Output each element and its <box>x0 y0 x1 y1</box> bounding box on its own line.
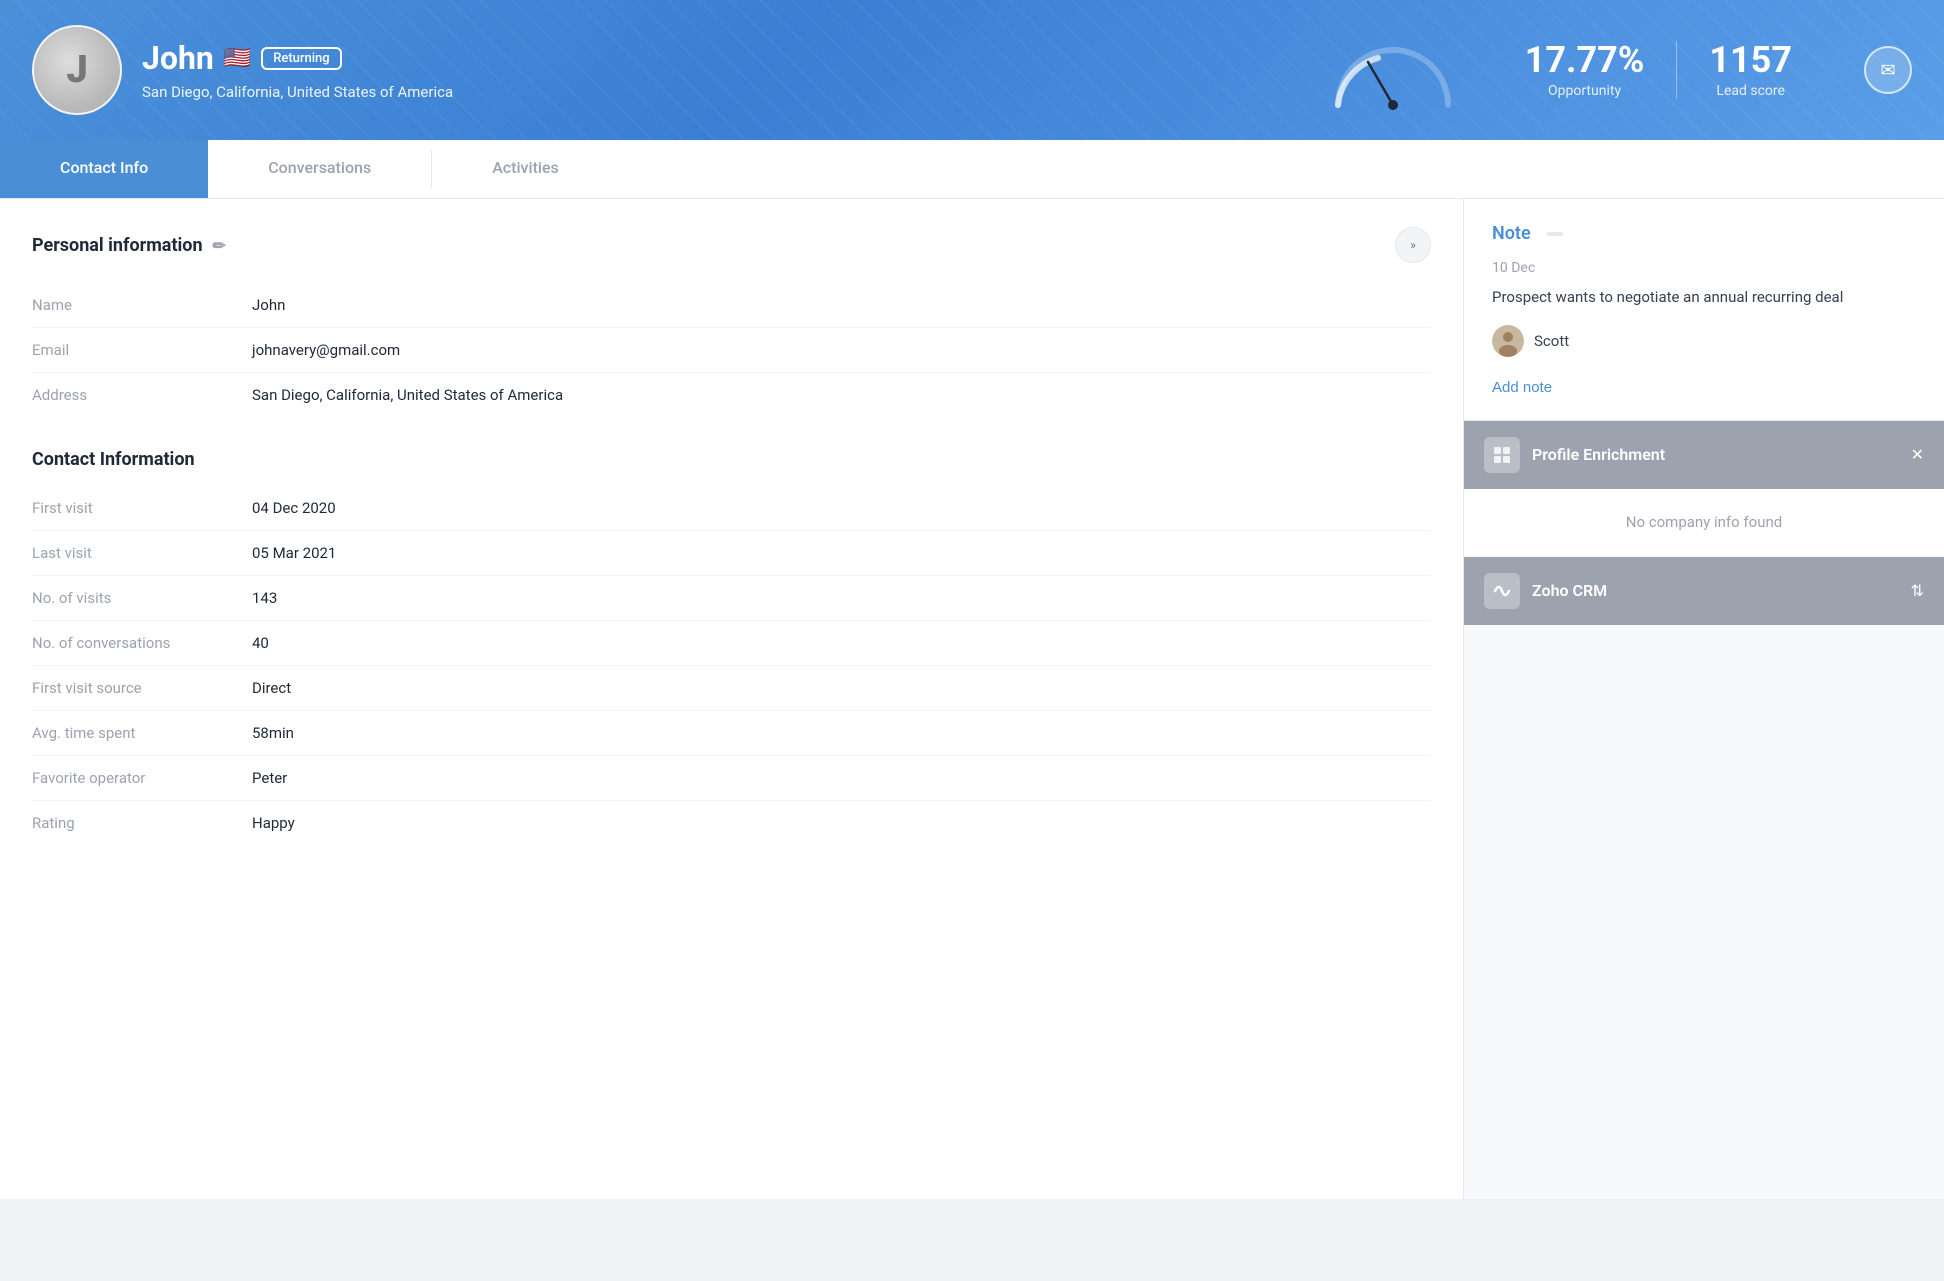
header-name: John <box>142 39 214 77</box>
field-label: No. of conversations <box>32 621 252 666</box>
left-panel: Personal information ✏ » Name John Email… <box>0 199 1464 1199</box>
opportunity-value: 17.77% <box>1525 41 1645 81</box>
zoho-expand-icon[interactable]: ⇅ <box>1911 581 1924 600</box>
header: J John 🇺🇸 Returning San Diego, Californi… <box>0 0 1944 140</box>
note-title: Note <box>1492 223 1531 244</box>
note-tag <box>1547 232 1563 236</box>
zoho-crm-section: Zoho CRM ⇅ <box>1464 557 1944 625</box>
zoho-title-row: Zoho CRM <box>1484 573 1607 609</box>
field-value: San Diego, California, United States of … <box>252 373 1431 418</box>
email-icon: ✉ <box>1880 60 1895 81</box>
expand-button[interactable]: » <box>1395 227 1431 263</box>
note-section: Note 10 Dec Prospect wants to negotiate … <box>1464 199 1944 421</box>
field-label: First visit <box>32 486 252 531</box>
enrichment-title: Profile Enrichment <box>1532 445 1665 464</box>
field-value: Happy <box>252 801 1431 846</box>
tab-activities[interactable]: Activities <box>432 140 619 198</box>
table-row: Last visit 05 Mar 2021 <box>32 531 1431 576</box>
lead-score-label: Lead score <box>1709 83 1792 99</box>
edit-icon[interactable]: ✏ <box>213 236 226 255</box>
table-row: Rating Happy <box>32 801 1431 846</box>
table-row: Address San Diego, California, United St… <box>32 373 1431 418</box>
enrichment-toggle-icon[interactable]: ✕ <box>1911 445 1924 464</box>
table-row: Name John <box>32 283 1431 328</box>
field-value: Peter <box>252 756 1431 801</box>
personal-info-table: Name John Email johnavery@gmail.com Addr… <box>32 283 1431 417</box>
field-label: First visit source <box>32 666 252 711</box>
opportunity-stat: 17.77% Opportunity <box>1493 41 1677 99</box>
enrichment-body: No company info found <box>1464 489 1944 555</box>
field-label: Address <box>32 373 252 418</box>
field-value: 143 <box>252 576 1431 621</box>
add-note-button[interactable]: Add note <box>1492 379 1552 396</box>
author-avatar-svg <box>1492 325 1524 357</box>
personal-info-title: Personal information ✏ <box>32 235 226 256</box>
returning-badge: Returning <box>261 47 341 70</box>
email-button[interactable]: ✉ <box>1864 46 1912 94</box>
table-row: No. of conversations 40 <box>32 621 1431 666</box>
lead-score-value: 1157 <box>1709 41 1792 81</box>
contact-info-section: Contact Information First visit 04 Dec 2… <box>32 449 1431 845</box>
table-row: First visit 04 Dec 2020 <box>32 486 1431 531</box>
author-name: Scott <box>1534 332 1569 350</box>
gauge-container <box>1313 30 1473 110</box>
avatar-letter: J <box>34 27 120 113</box>
author-avatar <box>1492 325 1524 357</box>
field-label: Name <box>32 283 252 328</box>
table-row: No. of visits 143 <box>32 576 1431 621</box>
field-label: No. of visits <box>32 576 252 621</box>
field-value: 58min <box>252 711 1431 756</box>
flag-icon: 🇺🇸 <box>224 46 251 71</box>
right-panel: Note 10 Dec Prospect wants to negotiate … <box>1464 199 1944 1199</box>
field-value: John <box>252 283 1431 328</box>
opportunity-label: Opportunity <box>1525 83 1645 99</box>
no-company-text: No company info found <box>1626 513 1782 531</box>
table-row: First visit source Direct <box>32 666 1431 711</box>
table-row: Favorite operator Peter <box>32 756 1431 801</box>
field-value: 04 Dec 2020 <box>252 486 1431 531</box>
enrichment-icon <box>1484 437 1520 473</box>
personal-info-header: Personal information ✏ » <box>32 227 1431 263</box>
note-date: 10 Dec <box>1492 260 1916 276</box>
table-row: Avg. time spent 58min <box>32 711 1431 756</box>
field-label: Last visit <box>32 531 252 576</box>
field-label: Avg. time spent <box>32 711 252 756</box>
header-location: San Diego, California, United States of … <box>142 83 1293 101</box>
profile-enrichment-section: Profile Enrichment ✕ No company info fou… <box>1464 421 1944 555</box>
field-value: 40 <box>252 621 1431 666</box>
field-label: Email <box>32 328 252 373</box>
field-label: Rating <box>32 801 252 846</box>
enrichment-header[interactable]: Profile Enrichment ✕ <box>1464 421 1944 489</box>
table-row: Email johnavery@gmail.com <box>32 328 1431 373</box>
field-value: Direct <box>252 666 1431 711</box>
tabs-bar: Contact Info Conversations Activities <box>0 140 1944 199</box>
header-stats: 17.77% Opportunity 1157 Lead score <box>1493 41 1824 99</box>
zoho-title: Zoho CRM <box>1532 581 1607 600</box>
tab-conversations[interactable]: Conversations <box>208 140 431 198</box>
contact-info-table: First visit 04 Dec 2020 Last visit 05 Ma… <box>32 486 1431 845</box>
note-header: Note <box>1492 223 1916 244</box>
tab-contact-info[interactable]: Contact Info <box>0 140 208 198</box>
zoho-icon <box>1484 573 1520 609</box>
enrichment-title-row: Profile Enrichment <box>1484 437 1665 473</box>
avatar: J <box>32 25 122 115</box>
contact-info-title: Contact Information <box>32 449 1431 470</box>
header-name-row: John 🇺🇸 Returning <box>142 39 1293 77</box>
zoho-header[interactable]: Zoho CRM ⇅ <box>1464 557 1944 625</box>
field-value: 05 Mar 2021 <box>252 531 1431 576</box>
gauge-svg <box>1323 30 1463 110</box>
main-content: Personal information ✏ » Name John Email… <box>0 199 1944 1199</box>
note-author: Scott <box>1492 325 1916 357</box>
header-info: John 🇺🇸 Returning San Diego, California,… <box>142 39 1293 101</box>
note-text: Prospect wants to negotiate an annual re… <box>1492 286 1916 309</box>
lead-score-stat: 1157 Lead score <box>1676 41 1824 99</box>
field-label: Favorite operator <box>32 756 252 801</box>
field-value: johnavery@gmail.com <box>252 328 1431 373</box>
